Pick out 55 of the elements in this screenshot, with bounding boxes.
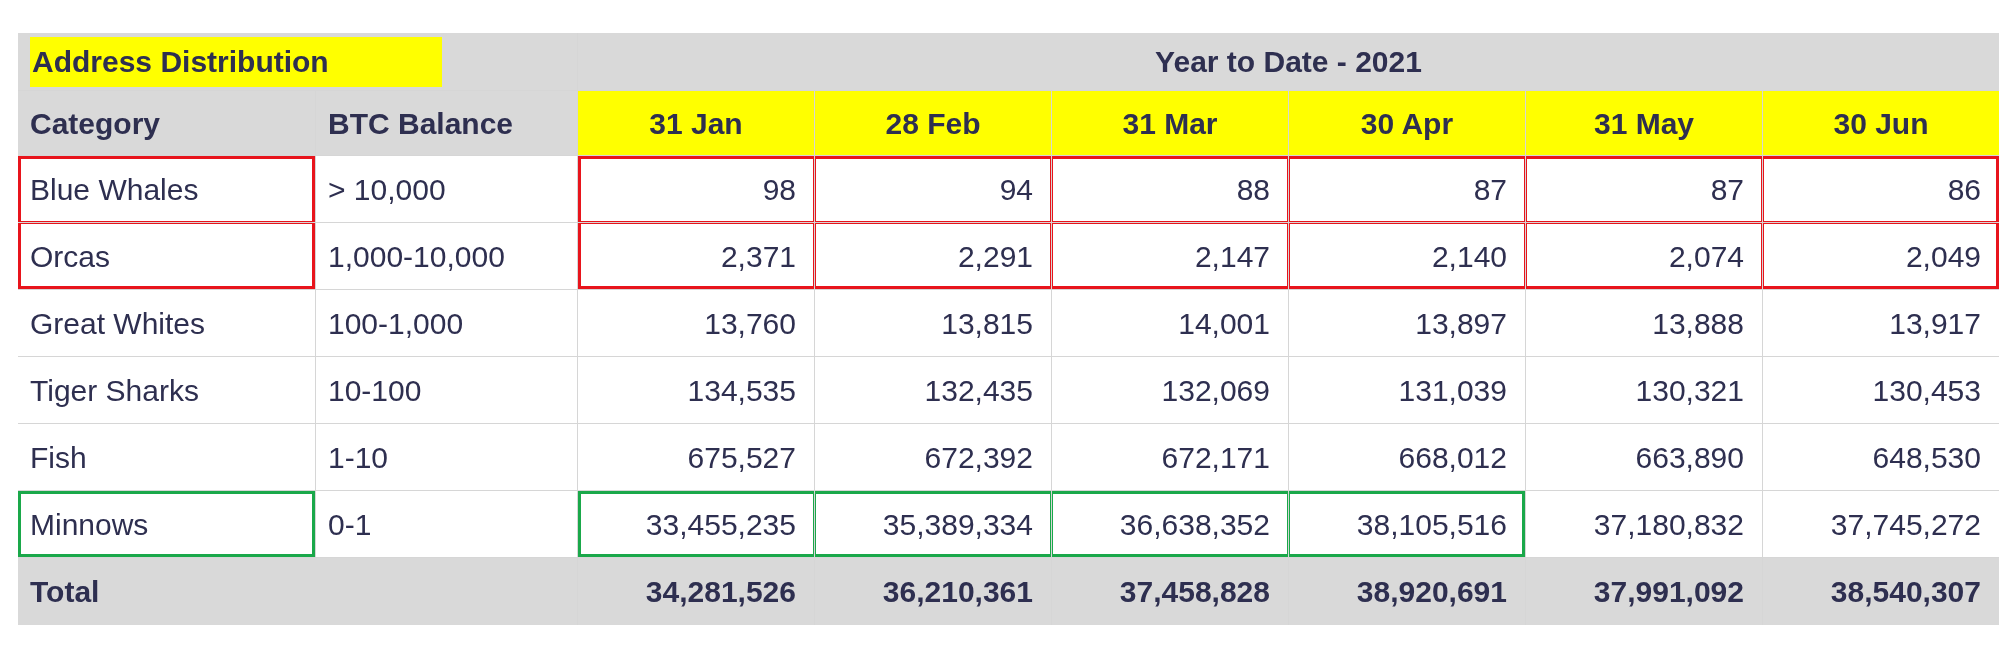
value-cell: 86 (1763, 156, 1999, 222)
value-cell: 131,039 (1289, 357, 1525, 423)
category-cell: Blue Whales (18, 156, 315, 222)
category-cell: Orcas (18, 223, 315, 289)
value-cell: 88 (1052, 156, 1288, 222)
value-cell: 130,321 (1526, 357, 1762, 423)
value-cell: 36,638,352 (1052, 491, 1288, 557)
table-title: Address Distribution (30, 36, 442, 87)
value-cell: 87 (1289, 156, 1525, 222)
balance-cell: 10-100 (316, 357, 577, 423)
balance-cell: 1,000-10,000 (316, 223, 577, 289)
date-header: 30 Jun (1763, 91, 1999, 155)
value-cell: 35,389,334 (815, 491, 1051, 557)
value-cell: 14,001 (1052, 290, 1288, 356)
value-cell: 94 (815, 156, 1051, 222)
value-cell: 98 (578, 156, 814, 222)
balance-cell: > 10,000 (316, 156, 577, 222)
value-cell: 37,745,272 (1763, 491, 1999, 557)
date-header: 31 May (1526, 91, 1762, 155)
value-cell: 663,890 (1526, 424, 1762, 490)
category-cell: Minnows (18, 491, 315, 557)
value-cell: 130,453 (1763, 357, 1999, 423)
balance-cell: 0-1 (316, 491, 577, 557)
value-cell: 13,897 (1289, 290, 1525, 356)
balance-cell: 1-10 (316, 424, 577, 490)
value-cell: 675,527 (578, 424, 814, 490)
value-cell: 2,291 (815, 223, 1051, 289)
value-cell: 37,180,832 (1526, 491, 1762, 557)
category-cell: Fish (18, 424, 315, 490)
date-header: 31 Mar (1052, 91, 1288, 155)
value-cell: 13,917 (1763, 290, 1999, 356)
value-cell: 33,455,235 (578, 491, 814, 557)
value-cell: 132,435 (815, 357, 1051, 423)
value-cell: 13,815 (815, 290, 1051, 356)
value-cell: 13,888 (1526, 290, 1762, 356)
value-cell: 87 (1526, 156, 1762, 222)
value-cell: 672,392 (815, 424, 1051, 490)
date-header: 31 Jan (578, 91, 814, 155)
value-cell: 672,171 (1052, 424, 1288, 490)
value-cell: 2,049 (1763, 223, 1999, 289)
value-cell: 2,147 (1052, 223, 1288, 289)
value-cell: 2,371 (578, 223, 814, 289)
balance-cell: 100-1,000 (316, 290, 577, 356)
category-cell: Tiger Sharks (18, 357, 315, 423)
value-cell: 2,074 (1526, 223, 1762, 289)
value-cell: 2,140 (1289, 223, 1525, 289)
value-cell: 134,535 (578, 357, 814, 423)
category-cell: Great Whites (18, 290, 315, 356)
date-header: 28 Feb (815, 91, 1051, 155)
value-cell: 132,069 (1052, 357, 1288, 423)
value-cell: 38,105,516 (1289, 491, 1525, 557)
value-cell: 13,760 (578, 290, 814, 356)
date-header: 30 Apr (1289, 91, 1525, 155)
value-cell: 668,012 (1289, 424, 1525, 490)
value-cell: 648,530 (1763, 424, 1999, 490)
